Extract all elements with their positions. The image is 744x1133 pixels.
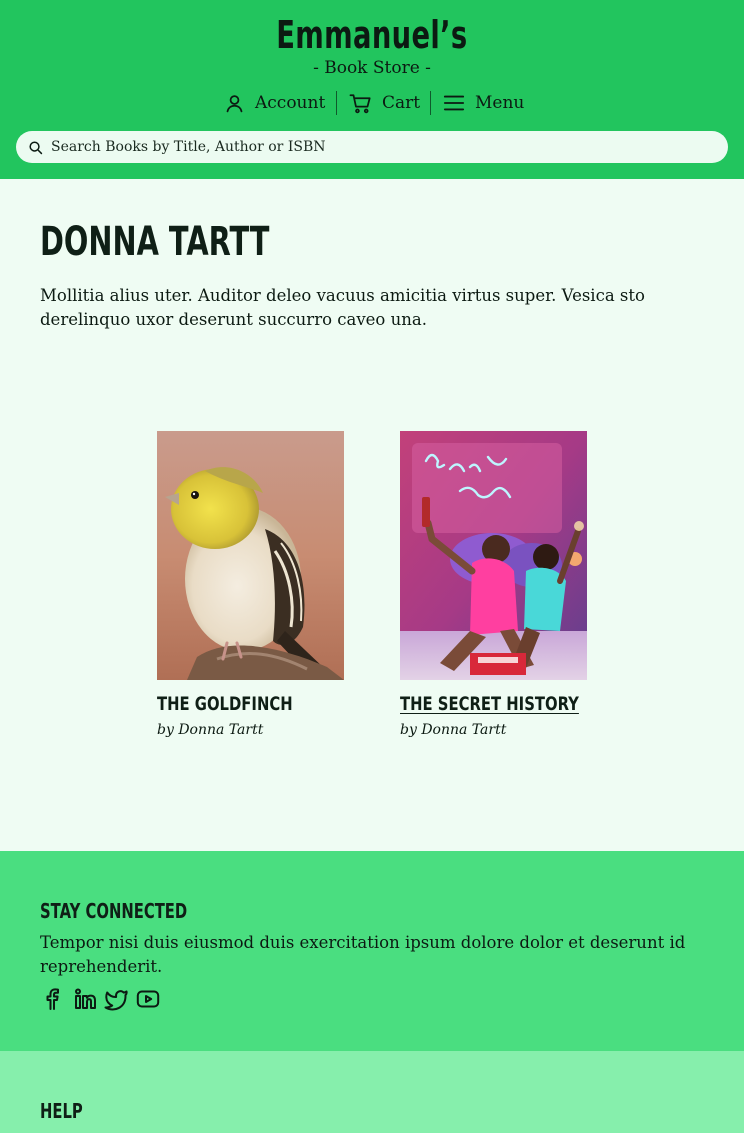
stay-connected-heading: Stay Connected: [40, 895, 239, 923]
book-card[interactable]: The Secret History by Donna Tartt: [400, 431, 587, 740]
author-bio: Mollitia alius uter. Auditor deleo vacuu…: [40, 286, 645, 329]
account-link[interactable]: Account: [224, 90, 325, 116]
cart-link[interactable]: Cart: [349, 90, 420, 116]
menu-button[interactable]: Menu: [443, 90, 524, 116]
account-label: Account: [255, 93, 326, 113]
brand-subtitle: - Book Store -: [313, 58, 431, 78]
help-section: Help: [0, 1051, 744, 1133]
stay-connected-section: Stay Connected Tempor nisi duis eiusmod …: [0, 851, 744, 1051]
facebook-icon[interactable]: [40, 987, 64, 1011]
goldfinch-photo: [157, 431, 344, 680]
book-title-link[interactable]: The Secret History: [400, 692, 587, 716]
neon-party-photo: [400, 431, 587, 680]
book-author: by Donna Tartt: [400, 722, 507, 738]
page-title: Donna Tartt: [40, 220, 359, 264]
book-title[interactable]: The Goldfinch: [157, 692, 293, 716]
search-bar[interactable]: [16, 131, 728, 163]
help-heading-text: Help: [40, 1099, 83, 1123]
book-author: by Donna Tartt: [157, 722, 264, 738]
book-title-link[interactable]: The Goldfinch: [157, 692, 344, 716]
book-card[interactable]: The Goldfinch by Donna Tartt: [157, 431, 344, 740]
linkedin-icon[interactable]: [72, 987, 96, 1011]
author-name: Donna Tartt: [40, 219, 270, 265]
book-cover-image[interactable]: [157, 431, 344, 680]
stay-connected-text: Tempor nisi duis eiusmod duis exercitati…: [40, 933, 686, 976]
user-icon: [226, 94, 243, 112]
help-heading: Help: [40, 1095, 98, 1123]
youtube-icon[interactable]: [136, 987, 160, 1011]
cart-icon: [349, 93, 371, 113]
twitter-icon[interactable]: [104, 987, 128, 1011]
menu-label: Menu: [475, 93, 525, 113]
nav-divider: [336, 91, 337, 115]
site-header: Emmanuel’s - Book Store - Account Cart M…: [0, 0, 744, 179]
search-input[interactable]: [51, 139, 691, 155]
stay-connected-heading-text: Stay Connected: [40, 899, 188, 923]
cart-label: Cart: [382, 93, 421, 113]
brand-logo[interactable]: Emmanuel’s: [0, 14, 744, 56]
brand-name[interactable]: Emmanuel’s: [276, 14, 467, 56]
social-links: [40, 987, 168, 1011]
search-icon: [29, 140, 43, 154]
nav-divider: [430, 91, 431, 115]
main-nav: Account Cart Menu: [0, 90, 744, 116]
book-cover-image[interactable]: [400, 431, 587, 680]
hamburger-menu-icon: [443, 95, 465, 111]
book-title[interactable]: The Secret History: [400, 692, 579, 716]
